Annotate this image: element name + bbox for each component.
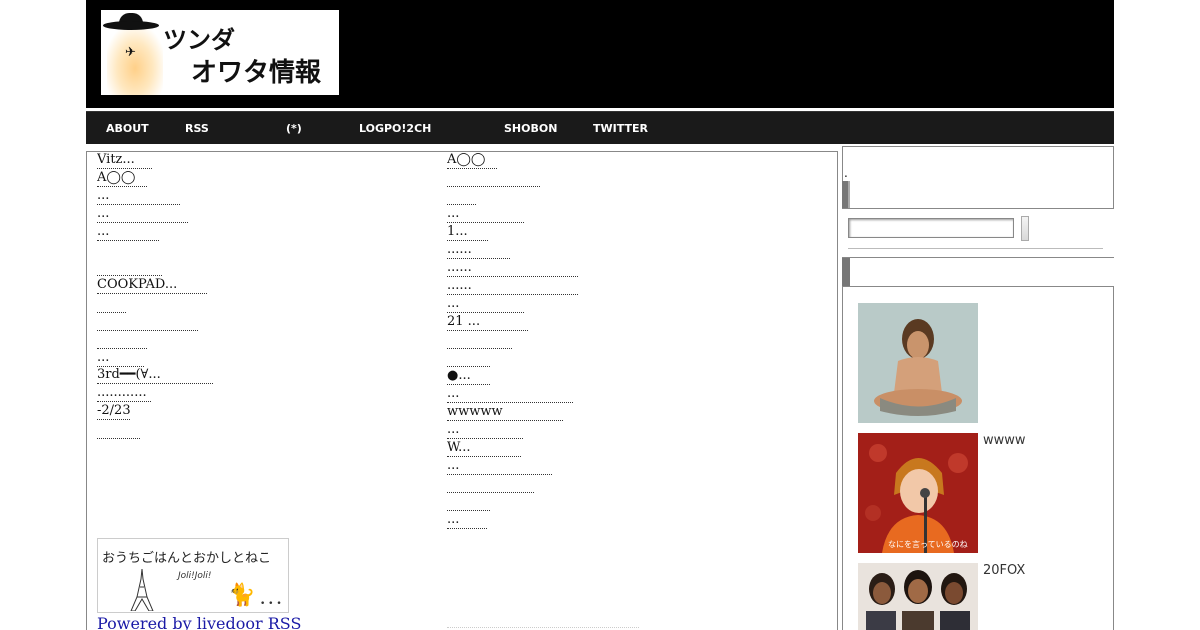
feed-link[interactable] xyxy=(447,188,476,205)
meditating-man-image xyxy=(858,303,978,423)
feed-link[interactable]: COOKPAD... xyxy=(97,277,207,294)
feed-link[interactable]: 21 ... xyxy=(447,314,528,331)
thumbnail-image[interactable] xyxy=(858,303,978,423)
feed-link[interactable]: ...... xyxy=(447,242,510,259)
feed-link[interactable]: ... xyxy=(447,422,523,439)
movie-poster-image xyxy=(858,563,978,630)
thumbnail-image[interactable] xyxy=(858,563,978,630)
feed-link[interactable]: wwwww xyxy=(447,404,563,421)
feed-link[interactable]: ... xyxy=(97,206,188,223)
divider xyxy=(848,248,1103,249)
abducted-person-icon: ✈ xyxy=(125,45,136,60)
search-button[interactable] xyxy=(1021,216,1029,241)
paw-prints-icon: • • • xyxy=(260,599,282,609)
logo-title-line2: オワタ情報 xyxy=(191,58,322,88)
feed-link[interactable]: A◯◯ xyxy=(447,152,497,169)
feed-link[interactable]: 3rd━━(∀... xyxy=(97,367,213,384)
feed-link[interactable]: -2/23 xyxy=(97,403,130,420)
sidebar: . なにを言っているのね wwww 20FOX xyxy=(842,146,1114,630)
video-subtitle: なにを言っているのね xyxy=(888,540,968,549)
feed-link[interactable] xyxy=(97,314,198,331)
site-header: ✈ ツンダ オワタ情報 xyxy=(86,0,1114,108)
nav-about[interactable]: ABOUT xyxy=(106,122,149,135)
sidebar-section-header xyxy=(842,257,1114,287)
banner-title: おうちごはんとおかしとねこ xyxy=(102,551,272,566)
feed-link[interactable]: ...... xyxy=(447,278,578,295)
thumbnail-caption[interactable]: wwww xyxy=(983,433,1026,448)
feed-link[interactable]: ... xyxy=(97,350,144,367)
eiffel-tower-icon xyxy=(130,569,154,611)
nav-rss[interactable]: RSS xyxy=(185,122,209,135)
sidebar-box: . xyxy=(842,146,1114,209)
feed-link[interactable] xyxy=(447,350,490,367)
ufo-disc-icon xyxy=(103,21,159,30)
feed-link[interactable]: ... xyxy=(97,224,159,241)
singer-image xyxy=(858,433,978,553)
feed-link[interactable]: Vitz... xyxy=(97,152,152,169)
divider xyxy=(447,626,639,628)
banner-subtitle: Joli!Joli! xyxy=(178,571,212,581)
feed-link[interactable] xyxy=(97,259,162,276)
feed-link[interactable]: ...... xyxy=(447,260,578,277)
feed-link[interactable]: ... xyxy=(97,188,180,205)
section-marker xyxy=(842,258,850,286)
powered-by-link[interactable]: Powered by livedoor RSS xyxy=(97,614,301,630)
feed-link[interactable] xyxy=(447,494,490,511)
feed-link[interactable]: 1... xyxy=(447,224,488,241)
main-nav: ABOUT RSS (*) LOGPO!2CH SHOBON TWITTER xyxy=(86,111,1114,144)
site-logo[interactable]: ✈ ツンダ オワタ情報 xyxy=(101,10,339,95)
feed-link[interactable]: A◯◯ xyxy=(97,170,147,187)
logo-title-line1: ツンダ xyxy=(163,26,235,54)
nav-star[interactable]: (*) xyxy=(286,122,302,135)
feed-link[interactable]: ... xyxy=(447,296,524,313)
sidebar-text: . xyxy=(844,166,848,180)
feed-link[interactable] xyxy=(447,332,512,349)
feed-link[interactable]: ............ xyxy=(97,385,151,402)
search-input[interactable] xyxy=(848,218,1014,238)
feed-link[interactable]: ... xyxy=(447,206,524,223)
feed-link[interactable]: ... xyxy=(447,458,552,475)
cat-icon: 🐈 xyxy=(228,583,256,608)
feed-link[interactable] xyxy=(97,332,147,349)
nav-shobon[interactable]: SHOBON xyxy=(504,122,557,135)
ufo-beam xyxy=(107,28,163,95)
feed-panel: Vitz... A◯◯ ... ... ... COOKPAD... ... 3… xyxy=(86,151,838,630)
thumbnail-caption[interactable]: 20FOX xyxy=(983,563,1025,578)
feed-link[interactable] xyxy=(447,170,540,187)
feed-link[interactable]: ... xyxy=(447,512,487,529)
nav-logpo2ch[interactable]: LOGPO!2CH xyxy=(359,122,431,135)
feed-link[interactable] xyxy=(97,422,140,439)
page: ✈ ツンダ オワタ情報 ABOUT RSS (*) LOGPO!2CH SHOB… xyxy=(86,0,1114,630)
feed-link[interactable] xyxy=(447,476,534,493)
feed-link[interactable]: ●... xyxy=(447,368,490,385)
feed-link[interactable] xyxy=(97,296,126,313)
nav-twitter[interactable]: TWITTER xyxy=(593,122,648,135)
feed-link[interactable]: ... xyxy=(447,386,573,403)
blog-banner[interactable]: おうちごはんとおかしとねこ Joli!Joli! 🐈 • • • xyxy=(97,538,289,613)
section-marker xyxy=(842,181,850,208)
thumbnail-image[interactable]: なにを言っているのね xyxy=(858,433,978,553)
feed-link[interactable]: W... xyxy=(447,440,521,457)
